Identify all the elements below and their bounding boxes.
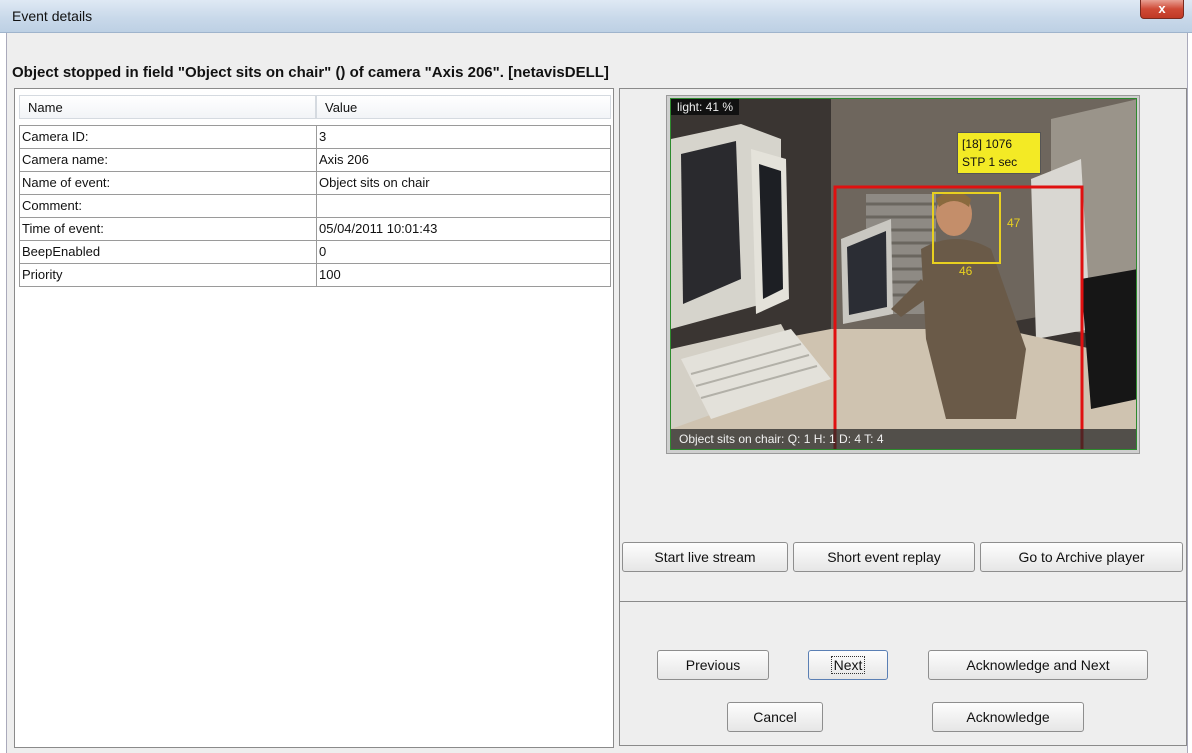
row-name: BeepEnabled <box>19 240 317 264</box>
video-snapshot[interactable]: 47 46 light: 41 % [18] 1076 STP 1 sec Ob… <box>670 98 1137 450</box>
face-box-label-46: 46 <box>959 264 973 278</box>
table-row[interactable]: Time of event: 05/04/2011 10:01:43 <box>19 217 611 241</box>
event-status-overlay: Object sits on chair: Q: 1 H: 1 D: 4 T: … <box>671 429 1136 449</box>
camera-scene: 47 46 <box>671 99 1136 449</box>
table-header: Name Value <box>19 95 611 119</box>
row-name: Camera name: <box>19 148 317 172</box>
table-row[interactable]: Comment: <box>19 194 611 218</box>
column-header-name[interactable]: Name <box>19 95 316 119</box>
short-event-replay-button[interactable]: Short event replay <box>793 542 975 572</box>
row-value: Object sits on chair <box>316 171 611 195</box>
row-value: 3 <box>316 125 611 149</box>
table-row[interactable]: Camera ID: 3 <box>19 125 611 149</box>
cancel-button[interactable]: Cancel <box>727 702 823 732</box>
row-value: 100 <box>316 263 611 287</box>
event-headline: Object stopped in field "Object sits on … <box>12 64 609 81</box>
title-bar: Event details x <box>0 0 1192 33</box>
window-title: Event details <box>12 8 93 24</box>
table-row[interactable]: Priority 100 <box>19 263 611 287</box>
table-row[interactable]: Name of event: Object sits on chair <box>19 171 611 195</box>
next-button-label: Next <box>830 656 866 674</box>
table-row[interactable]: Camera name: Axis 206 <box>19 148 611 172</box>
object-tag-id: [18] 1076 <box>962 137 1013 151</box>
acknowledge-and-next-button[interactable]: Acknowledge and Next <box>928 650 1148 680</box>
object-tag: [18] 1076 STP 1 sec <box>957 132 1041 174</box>
face-box-label-47: 47 <box>1007 216 1021 230</box>
column-header-value[interactable]: Value <box>316 95 611 119</box>
object-tag-status: STP 1 sec <box>962 155 1018 169</box>
start-live-stream-button[interactable]: Start live stream <box>622 542 788 572</box>
acknowledge-button[interactable]: Acknowledge <box>932 702 1084 732</box>
row-name: Comment: <box>19 194 317 218</box>
panel-divider <box>619 601 1187 602</box>
row-name: Priority <box>19 263 317 287</box>
row-name: Name of event: <box>19 171 317 195</box>
row-value <box>316 194 611 218</box>
next-button[interactable]: Next <box>808 650 888 680</box>
go-to-archive-player-button[interactable]: Go to Archive player <box>980 542 1183 572</box>
previous-button[interactable]: Previous <box>657 650 769 680</box>
light-level-label: light: 41 % <box>671 99 740 115</box>
row-value: 05/04/2011 10:01:43 <box>316 217 611 241</box>
table-row[interactable]: BeepEnabled 0 <box>19 240 611 264</box>
event-properties-panel: Name Value Camera ID: 3 Camera name: Axi… <box>14 88 614 748</box>
row-name: Camera ID: <box>19 125 317 149</box>
close-button[interactable]: x <box>1140 0 1184 19</box>
row-value: Axis 206 <box>316 148 611 172</box>
row-name: Time of event: <box>19 217 317 241</box>
row-value: 0 <box>316 240 611 264</box>
